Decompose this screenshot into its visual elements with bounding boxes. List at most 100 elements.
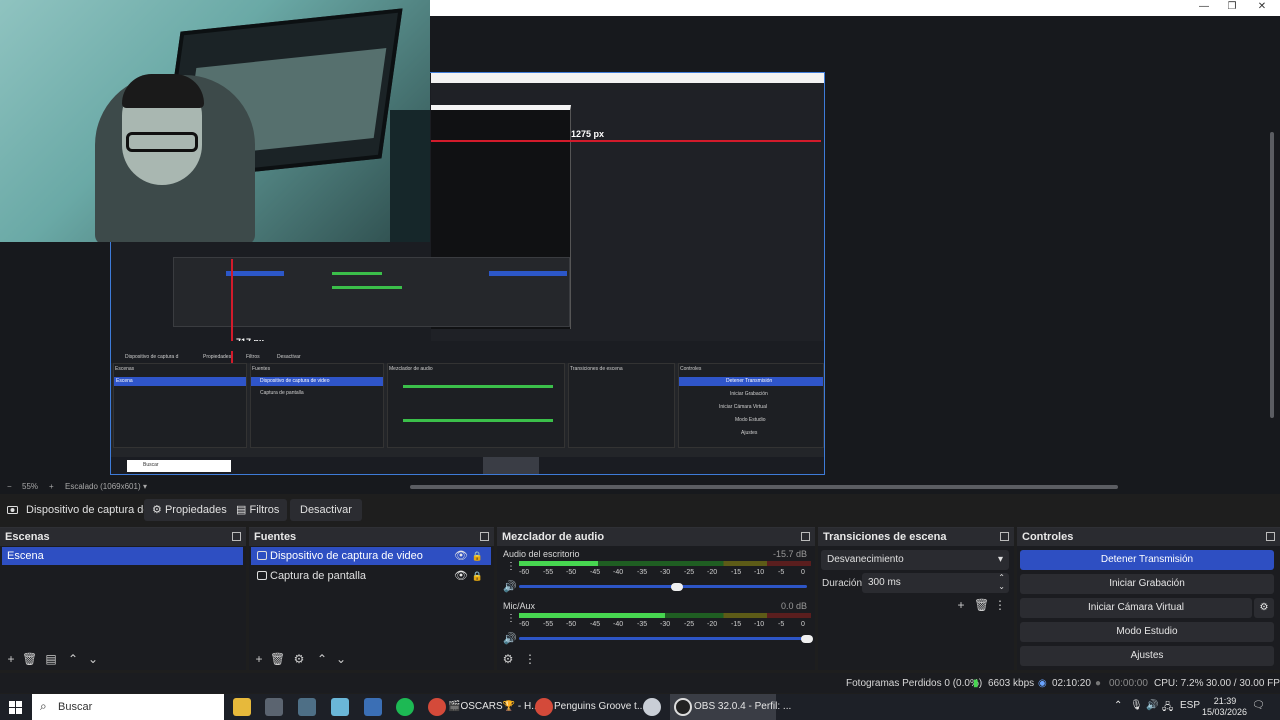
- filter-icon[interactable]: ▤: [44, 652, 58, 666]
- volume-icon[interactable]: 🔊: [503, 580, 517, 593]
- deactivate-button[interactable]: Desactivar: [290, 499, 362, 521]
- captured-filters: Filtros: [246, 354, 260, 360]
- language-indicator[interactable]: ESP: [1180, 700, 1200, 711]
- trash-icon[interactable]: 🗑: [974, 598, 989, 612]
- start-recording-button[interactable]: Iniciar Grabación: [1020, 574, 1274, 594]
- filter-icon: ▤: [236, 504, 247, 516]
- add-icon[interactable]: +: [4, 652, 18, 666]
- taskbar-search[interactable]: ⌕ Buscar: [32, 694, 224, 720]
- kebab-menu-icon[interactable]: ⋮: [993, 598, 1007, 612]
- gear-icon[interactable]: ⚙: [501, 652, 515, 666]
- dropped-frames: Fotogramas Perdidos 0 (0.0%): [846, 678, 983, 689]
- sources-dock: Fuentes Dispositivo de captura de video …: [249, 527, 494, 670]
- eye-icon[interactable]: 👁: [454, 547, 468, 565]
- undock-icon[interactable]: [1266, 532, 1275, 541]
- network-icon[interactable]: 🖧: [1162, 700, 1173, 717]
- volume-slider-handle[interactable]: [671, 583, 683, 591]
- captured-control-label: Iniciar Grabación: [730, 391, 768, 397]
- filters-button[interactable]: ▤ Filtros: [228, 499, 288, 521]
- chevron-up-icon[interactable]: ⌃: [315, 652, 329, 666]
- add-icon[interactable]: +: [252, 652, 266, 666]
- undock-icon[interactable]: [1000, 532, 1009, 541]
- chrome-icon[interactable]: [428, 698, 446, 716]
- taskbar-app-label[interactable]: Penguins Groove t...: [554, 701, 645, 712]
- undock-icon[interactable]: [801, 532, 810, 541]
- chrome-icon[interactable]: [535, 698, 553, 716]
- start-virtual-camera-button[interactable]: Iniciar Cámara Virtual: [1020, 598, 1252, 618]
- sources-title: Fuentes: [254, 531, 297, 543]
- add-icon[interactable]: +: [954, 598, 968, 612]
- preview-scrollbar-vertical[interactable]: [1270, 132, 1274, 418]
- trash-icon[interactable]: 🗑: [22, 652, 37, 666]
- volume-icon[interactable]: 🔊: [1146, 700, 1158, 711]
- transition-select[interactable]: Desvanecimiento ▾: [821, 550, 1009, 570]
- volume-slider[interactable]: [519, 585, 807, 588]
- nested-scene-highlight: [226, 271, 284, 276]
- app-icon[interactable]: [331, 698, 349, 716]
- meter-scale-label: -45: [590, 569, 601, 576]
- taskbar-app-label[interactable]: 🎬OSCARS🏆 - H...: [448, 701, 540, 712]
- virtual-camera-settings-button[interactable]: ⚙: [1254, 598, 1274, 618]
- volume-slider-handle[interactable]: [801, 635, 813, 643]
- windows-start-icon[interactable]: [9, 701, 22, 714]
- clock-date[interactable]: 15/03/2026: [1202, 707, 1247, 717]
- meter-scale-label: 0: [801, 621, 805, 628]
- obs-icon[interactable]: [674, 698, 692, 716]
- chevron-up-icon[interactable]: ⌃: [66, 652, 80, 666]
- chevron-down-icon[interactable]: ⌄: [86, 652, 100, 666]
- meter-scale-label: -10: [754, 621, 765, 628]
- undock-icon[interactable]: [232, 532, 241, 541]
- meter-scale-label: -50: [566, 621, 577, 628]
- sources-footer: + 🗑 ⚙ ⌃ ⌄: [249, 648, 494, 670]
- channel-db: -15.7 dB: [772, 549, 807, 559]
- sources-dock-header: Fuentes: [249, 528, 494, 546]
- meter-scale-label: -45: [590, 621, 601, 628]
- search-icon: ⌕: [40, 699, 47, 713]
- meter-scale-label: -60: [519, 569, 530, 576]
- app-icon[interactable]: [298, 698, 316, 716]
- eye-icon[interactable]: 👁: [454, 567, 468, 585]
- volume-slider[interactable]: [519, 637, 807, 640]
- calculator-icon[interactable]: [364, 698, 382, 716]
- app-icon[interactable]: [643, 698, 661, 716]
- source-item-screen-capture[interactable]: Captura de pantalla 👁 🔒: [251, 567, 491, 585]
- stepper-down-icon[interactable]: ⌄: [998, 577, 1005, 597]
- maximize-button[interactable]: ❐: [1216, 0, 1248, 14]
- clock-time[interactable]: 21:39: [1210, 696, 1240, 706]
- preview-scrollbar-horizontal[interactable]: [410, 485, 1118, 489]
- duration-input[interactable]: 300 ms ⌃ ⌄: [862, 573, 1009, 593]
- meter-scale-label: -20: [707, 621, 718, 628]
- channel-menu-icon[interactable]: ⋮: [506, 613, 516, 624]
- gear-icon[interactable]: ⚙: [292, 652, 306, 666]
- stop-stream-button[interactable]: Detener Transmisión: [1020, 550, 1274, 570]
- file-explorer-icon[interactable]: [233, 698, 251, 716]
- microphone-icon[interactable]: 🎙: [1130, 700, 1143, 711]
- zoom-out-button[interactable]: −: [7, 482, 12, 491]
- spotify-icon[interactable]: [396, 698, 414, 716]
- taskbar-app-label[interactable]: OBS 32.0.4 - Perfil: ...: [694, 701, 791, 712]
- nested-control-highlight: [489, 271, 567, 276]
- trash-icon[interactable]: 🗑: [270, 652, 285, 666]
- undock-icon[interactable]: [480, 532, 489, 541]
- app-icon[interactable]: [265, 698, 283, 716]
- zoom-in-button[interactable]: +: [49, 482, 54, 491]
- scale-dropdown-icon[interactable]: ▾: [143, 482, 147, 491]
- studio-mode-button[interactable]: Modo Estudio: [1020, 622, 1274, 642]
- chevron-down-icon[interactable]: ⌄: [334, 652, 348, 666]
- source-item-video-capture[interactable]: Dispositivo de captura de video 👁 🔒: [251, 547, 491, 565]
- volume-meter: [519, 613, 811, 618]
- webcam-background: [390, 110, 430, 242]
- lock-icon[interactable]: 🔒: [472, 567, 483, 585]
- volume-icon[interactable]: 🔊: [503, 632, 517, 645]
- channel-menu-icon[interactable]: ⋮: [506, 561, 516, 572]
- captured-deactivate: Desactivar: [277, 354, 301, 360]
- settings-button[interactable]: Ajustes: [1020, 646, 1274, 666]
- properties-button[interactable]: ⚙ Propiedades: [144, 499, 235, 521]
- scene-item[interactable]: Escena: [2, 547, 243, 565]
- meter-scale-label: -5: [778, 621, 785, 628]
- close-button[interactable]: ✕: [1246, 0, 1278, 14]
- notifications-icon[interactable]: 🗨: [1252, 700, 1265, 711]
- chevron-up-icon[interactable]: ⌃: [1114, 700, 1122, 711]
- lock-icon[interactable]: 🔒: [472, 547, 483, 565]
- kebab-menu-icon[interactable]: ⋮: [523, 652, 537, 666]
